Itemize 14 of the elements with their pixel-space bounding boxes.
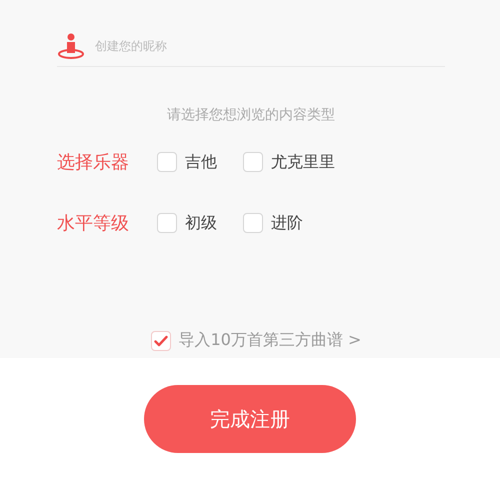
prompt-text: 请选择您想浏览的内容类型 (166, 106, 336, 124)
checkbox[interactable] (157, 152, 177, 172)
checkbox[interactable] (243, 213, 263, 233)
user-icon (57, 32, 85, 60)
group-label: 水平等级 (57, 212, 130, 235)
checkbox[interactable] (150, 330, 171, 350)
option-label[interactable]: 吉他 (185, 152, 217, 172)
option-label[interactable]: 进阶 (271, 212, 303, 234)
checkbox[interactable] (157, 213, 177, 233)
nickname-field[interactable]: 创建您的昵称 (93, 38, 445, 54)
option-label[interactable]: 初级 (185, 212, 217, 234)
group-label: 选择乐器 (57, 151, 130, 174)
checkbox[interactable] (243, 152, 263, 172)
option-label[interactable]: 尤克里里 (271, 152, 335, 172)
